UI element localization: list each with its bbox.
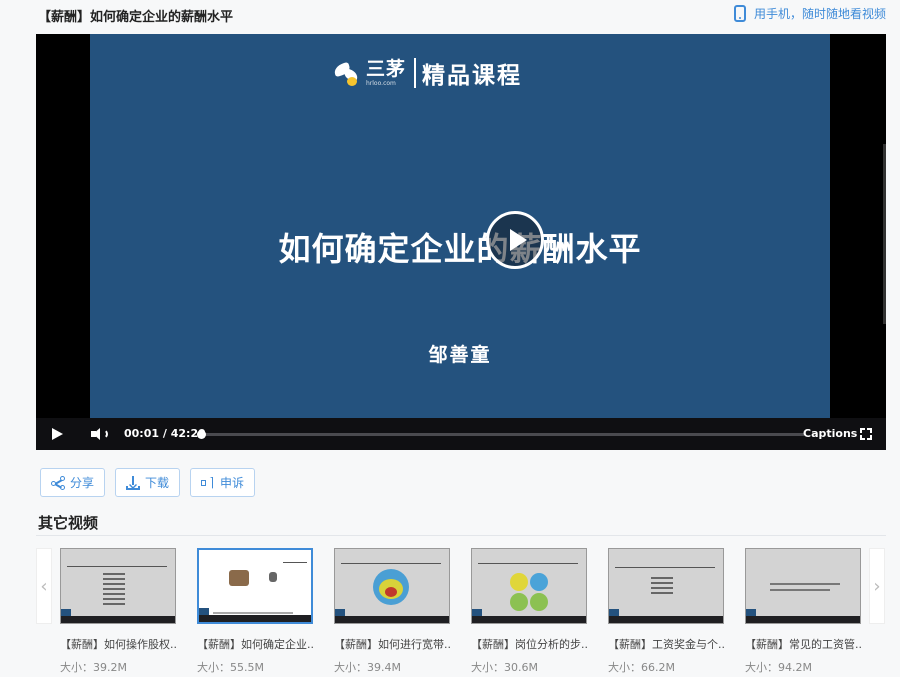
video-thumbnail[interactable] [471,548,587,624]
brand-url: hrloo.com [366,79,396,87]
play-icon[interactable] [52,428,63,440]
current-time: 00:01 [124,427,160,440]
bee-logo-icon [332,60,362,86]
player-controls: 00:01 / 42:29 Captions [36,418,886,450]
carousel-next-button[interactable]: › [869,548,885,624]
fullscreen-icon[interactable] [860,428,872,440]
video-card-size: 大小：30.6M [471,661,538,674]
download-icon [126,475,141,490]
volume-icon[interactable] [91,427,108,441]
mobile-watch-label: 用手机，随时随地看视频 [753,7,886,21]
mobile-watch-link[interactable]: 用手机，随时随地看视频 [733,5,886,22]
video-card-title[interactable]: 【薪酬】如何进行宽带... [334,636,450,652]
slide-title: 如何确定企业的薪酬水平 [278,230,642,268]
video-card[interactable]: 【薪酬】如何确定企业... 大小：55.5M [197,548,313,675]
video-card-size: 大小：66.2M [608,661,675,674]
video-thumbnail[interactable] [745,548,861,624]
captions-button[interactable]: Captions [803,427,857,440]
video-card-title[interactable]: 【薪酬】常见的工资管... [745,636,861,652]
section-divider [36,535,886,536]
video-card[interactable]: 【薪酬】如何进行宽带... 大小：39.4M [334,548,450,675]
video-frame: 三茅 hrloo.com 精品课程 如何确定企业的薪酬水平 邹善童 [90,34,830,418]
carousel-prev-button[interactable]: ‹ [36,548,52,624]
time-separator: / [162,427,167,440]
video-card-size: 大小：39.2M [60,661,127,674]
share-label: 分享 [70,476,95,490]
brand-name: 三茅 [366,57,407,80]
video-player[interactable]: 三茅 hrloo.com 精品课程 如何确定企业的薪酬水平 邹善童 00:01 … [36,34,886,450]
share-icon [51,475,65,490]
video-card-size: 大小：94.2M [745,661,812,674]
big-play-button[interactable] [486,211,544,269]
side-scroll-indicator [883,144,886,324]
time-display: 00:01 / 42:29 [124,427,206,440]
progress-bar[interactable] [197,430,804,439]
report-label: 申诉 [220,476,245,490]
progress-handle[interactable] [197,430,206,439]
slide-author: 邹善童 [428,344,492,366]
video-card[interactable]: 【薪酬】如何操作股权... 大小：39.2M [60,548,176,675]
chevron-right-icon: › [873,575,881,597]
video-actions: 分享 下载 申诉 [40,468,256,497]
chevron-left-icon: ‹ [40,575,48,597]
page-header: 【薪酬】如何确定企业的薪酬水平 用手机，随时随地看视频 [0,0,900,30]
video-card-title[interactable]: 【薪酬】如何操作股权... [60,636,176,652]
video-card-title[interactable]: 【薪酬】岗位分析的步... [471,636,587,652]
video-card-title[interactable]: 【薪酬】如何确定企业... [197,636,313,652]
course-logo: 三茅 hrloo.com 精品课程 [332,56,523,90]
download-button[interactable]: 下载 [115,468,181,497]
other-videos-heading: 其它视频 [38,514,99,532]
download-label: 下载 [145,476,170,490]
video-card[interactable]: 【薪酬】工资奖金与个... 大小：66.2M [608,548,724,675]
video-thumbnail[interactable] [608,548,724,624]
share-button[interactable]: 分享 [40,468,106,497]
video-card-size: 大小：39.4M [334,661,401,674]
video-thumbnail[interactable] [334,548,450,624]
megaphone-icon [201,476,215,490]
video-card[interactable]: 【薪酬】岗位分析的步... 大小：30.6M [471,548,587,675]
report-button[interactable]: 申诉 [190,468,256,497]
page-title: 【薪酬】如何确定企业的薪酬水平 [38,10,234,25]
video-thumbnail[interactable] [197,548,313,624]
video-card-size: 大小：55.5M [197,661,264,674]
video-card[interactable]: 【薪酬】常见的工资管... 大小：94.2M [745,548,861,675]
video-thumbnail[interactable] [60,548,176,624]
video-carousel: ‹ 【薪酬】如何操作股权... 大小：39.2M 【薪酬】如何确定企业... 大… [36,548,886,677]
video-card-title[interactable]: 【薪酬】工资奖金与个... [608,636,724,652]
course-label: 精品课程 [422,63,523,89]
logo-divider [414,58,417,88]
phone-icon [733,5,746,22]
